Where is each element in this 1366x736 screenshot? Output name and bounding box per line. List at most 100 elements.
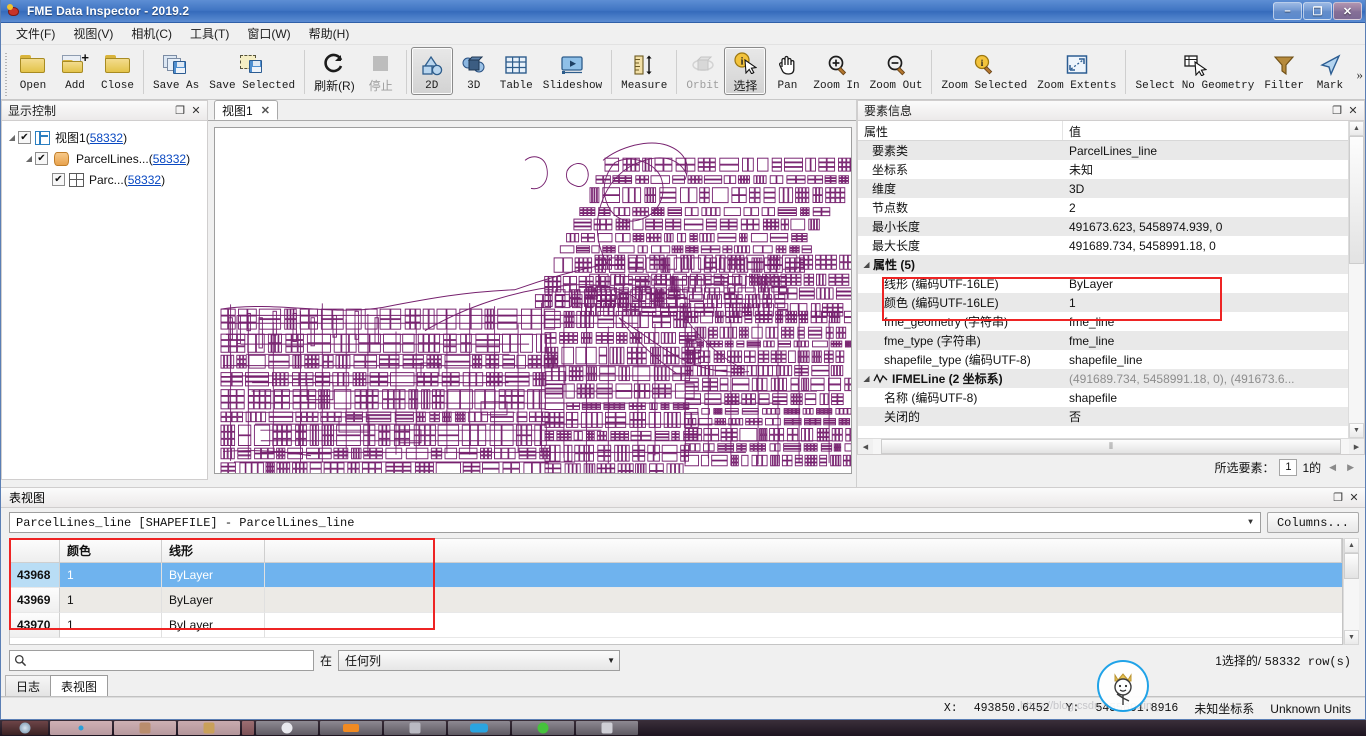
feature-info-row[interactable]: ◢ IFMELine (2 坐标系) (491689.734, 5458991.18…	[858, 369, 1348, 388]
taskbar-item[interactable]	[384, 721, 446, 735]
feature-info-row[interactable]: 颜色 (编码UTF-16LE) 1	[858, 293, 1348, 312]
feature-info-hscroll-track[interactable]: ⦀	[873, 439, 1349, 454]
feature-info-row[interactable]: 关闭的 否	[858, 407, 1348, 426]
feature-info-scroll-track[interactable]	[1349, 136, 1364, 423]
table-row[interactable]: 43969 1 ByLayer	[10, 587, 1342, 613]
table-cell-color[interactable]: 1	[60, 562, 162, 588]
feature-info-hscrollbar[interactable]: ◀ ⦀ ▶	[858, 438, 1364, 454]
tree-node-parcellines[interactable]: ◢ ✔ ParcelLines... ( 58332 )	[6, 148, 203, 169]
menu-view[interactable]: 视图(V)	[64, 23, 122, 44]
feature-info-vscrollbar[interactable]: ▲ ▼	[1348, 121, 1364, 438]
toolbar-close[interactable]: Close	[96, 47, 139, 95]
close-button[interactable]: ✕	[1333, 2, 1362, 20]
map-canvas[interactable]	[214, 127, 852, 474]
search-input[interactable]	[31, 652, 313, 669]
feature-info-rows[interactable]: 要素类 ParcelLines_line 坐标系 未知 维度 3D 节点数 2 最小长度 4916…	[858, 141, 1348, 438]
taskbar-item[interactable]	[178, 721, 240, 735]
feature-info-row[interactable]: 坐标系 未知	[858, 160, 1348, 179]
menu-camera[interactable]: 相机(C)	[122, 23, 181, 44]
table-cell-linetype[interactable]: ByLayer	[162, 612, 265, 638]
table-cell-id[interactable]: 43969	[10, 587, 60, 613]
taskbar-start-button[interactable]	[2, 721, 48, 735]
taskbar-item[interactable]	[242, 721, 254, 735]
feature-info-float-button[interactable]: ❐	[1329, 103, 1345, 118]
scroll-right-arrow-icon[interactable]: ▶	[1349, 439, 1364, 454]
next-feature-button[interactable]: ▶	[1344, 462, 1357, 473]
feature-info-row[interactable]: 要素类 ParcelLines_line	[858, 141, 1348, 160]
tree-node-parc[interactable]: ✔ Parc... ( 58332 )	[6, 169, 203, 190]
expand-arrow-icon[interactable]: ◢	[23, 154, 35, 163]
taskbar-item[interactable]	[512, 721, 574, 735]
menu-window[interactable]: 窗口(W)	[238, 23, 299, 44]
expand-arrow-icon[interactable]: ◢	[6, 133, 18, 142]
toolbar-select-no-geometry[interactable]: Select No Geometry	[1130, 47, 1259, 95]
minimize-button[interactable]: –	[1273, 2, 1302, 20]
toolbar-measure[interactable]: Measure	[616, 47, 672, 95]
table-cell-empty[interactable]	[265, 613, 1342, 638]
table-cell-id[interactable]: 43968	[10, 562, 60, 588]
feature-info-row[interactable]: 维度 3D	[858, 179, 1348, 198]
toolbar-zoom-in[interactable]: Zoom In	[808, 47, 864, 95]
table-column-header[interactable]	[10, 538, 60, 563]
dock-tab-log[interactable]: 日志	[5, 675, 52, 696]
table-grid[interactable]: 颜色 线形 43968 1 ByLayer 43969 1 ByLayer 43970 1 ByL…	[9, 537, 1343, 645]
tree-node-count[interactable]: 58332	[128, 173, 161, 187]
feature-info-close-button[interactable]: ✕	[1345, 103, 1361, 118]
table-row[interactable]: 43968 1 ByLayer	[10, 562, 1342, 588]
table-grid-vscrollbar[interactable]: ▲ ▼	[1343, 537, 1359, 645]
feature-info-row[interactable]: 名称 (编码UTF-8) shapefile	[858, 388, 1348, 407]
toolbar-save-as[interactable]: Save As	[148, 47, 204, 95]
table-cell-empty[interactable]	[265, 562, 1342, 588]
toolbar-filter[interactable]: Filter	[1259, 47, 1309, 95]
taskbar-item[interactable]	[50, 721, 112, 735]
feature-info-row[interactable]: 最大长度 491689.734, 5458991.18, 0	[858, 236, 1348, 255]
feature-info-row[interactable]: fme_geometry (字符串) fme_line	[858, 312, 1348, 331]
columns-button[interactable]: Columns...	[1266, 512, 1359, 533]
table-view-close-button[interactable]: ✕	[1346, 490, 1362, 505]
table-scroll-down-arrow-icon[interactable]: ▼	[1344, 630, 1359, 645]
scroll-up-arrow-icon[interactable]: ▲	[1349, 121, 1364, 136]
table-cell-id[interactable]: 43970	[10, 612, 60, 638]
menu-file[interactable]: 文件(F)	[7, 23, 64, 44]
expand-arrow-icon[interactable]: ◢	[860, 260, 873, 269]
toolbar-table[interactable]: Table	[495, 47, 538, 95]
table-column-header[interactable]: 颜色	[60, 538, 162, 563]
search-column-combobox[interactable]: 任何列 ▼	[338, 650, 621, 671]
toolbar-open[interactable]: Open	[12, 47, 54, 95]
toolbar-zoom-extents[interactable]: Zoom Extents	[1032, 47, 1121, 95]
taskbar-item[interactable]	[576, 721, 638, 735]
toolbar-refresh[interactable]: 刷新(R)	[309, 47, 360, 95]
feature-info-row[interactable]: 节点数 2	[858, 198, 1348, 217]
menu-tools[interactable]: 工具(T)	[181, 23, 238, 44]
taskbar-item[interactable]	[448, 721, 510, 735]
table-grid-rows[interactable]: 43968 1 ByLayer 43969 1 ByLayer 43970 1 ByLayer	[10, 562, 1342, 638]
toolbar-3d[interactable]: 3D	[453, 47, 495, 95]
table-cell-empty[interactable]	[265, 587, 1342, 613]
expand-arrow-icon[interactable]: ◢	[860, 374, 873, 383]
scroll-down-arrow-icon[interactable]: ▼	[1349, 423, 1364, 438]
display-control-close-button[interactable]: ✕	[188, 103, 204, 118]
display-control-tree[interactable]: ◢ ✔ 视图1 ( 58332 ) ◢ ✔ ParcelLines... ( 58332 …	[1, 121, 208, 480]
selected-feature-index[interactable]: 1	[1279, 459, 1298, 476]
toolbar-mark[interactable]: Mark	[1309, 47, 1351, 95]
toolbar-overflow-button[interactable]: »	[1357, 67, 1364, 83]
feature-info-row[interactable]: 最小长度 491673.623, 5458974.939, 0	[858, 217, 1348, 236]
search-box[interactable]	[9, 650, 314, 671]
toolbar-grip[interactable]	[3, 49, 10, 97]
table-scroll-track[interactable]	[1344, 552, 1359, 630]
close-icon[interactable]: ✕	[261, 104, 270, 117]
feature-info-hscroll-thumb[interactable]: ⦀	[881, 439, 1341, 454]
toolbar-zoom-out[interactable]: Zoom Out	[865, 47, 928, 95]
table-scroll-thumb[interactable]	[1344, 552, 1359, 579]
table-cell-color[interactable]: 1	[60, 612, 162, 638]
prev-feature-button[interactable]: ◀	[1326, 462, 1339, 473]
table-column-header[interactable]	[265, 538, 1342, 563]
toolbar-pan[interactable]: Pan	[766, 47, 808, 95]
restore-button[interactable]: ❐	[1303, 2, 1332, 20]
tree-node-count[interactable]: 58332	[90, 131, 123, 145]
table-cell-linetype[interactable]: ByLayer	[162, 562, 265, 588]
dock-tab-tableview[interactable]: 表视图	[50, 675, 109, 696]
feature-info-row[interactable]: fme_type (字符串) fme_line	[858, 331, 1348, 350]
toolbar-save-selected[interactable]: Save Selected	[204, 47, 300, 95]
toolbar-2d[interactable]: 2D	[410, 47, 453, 95]
